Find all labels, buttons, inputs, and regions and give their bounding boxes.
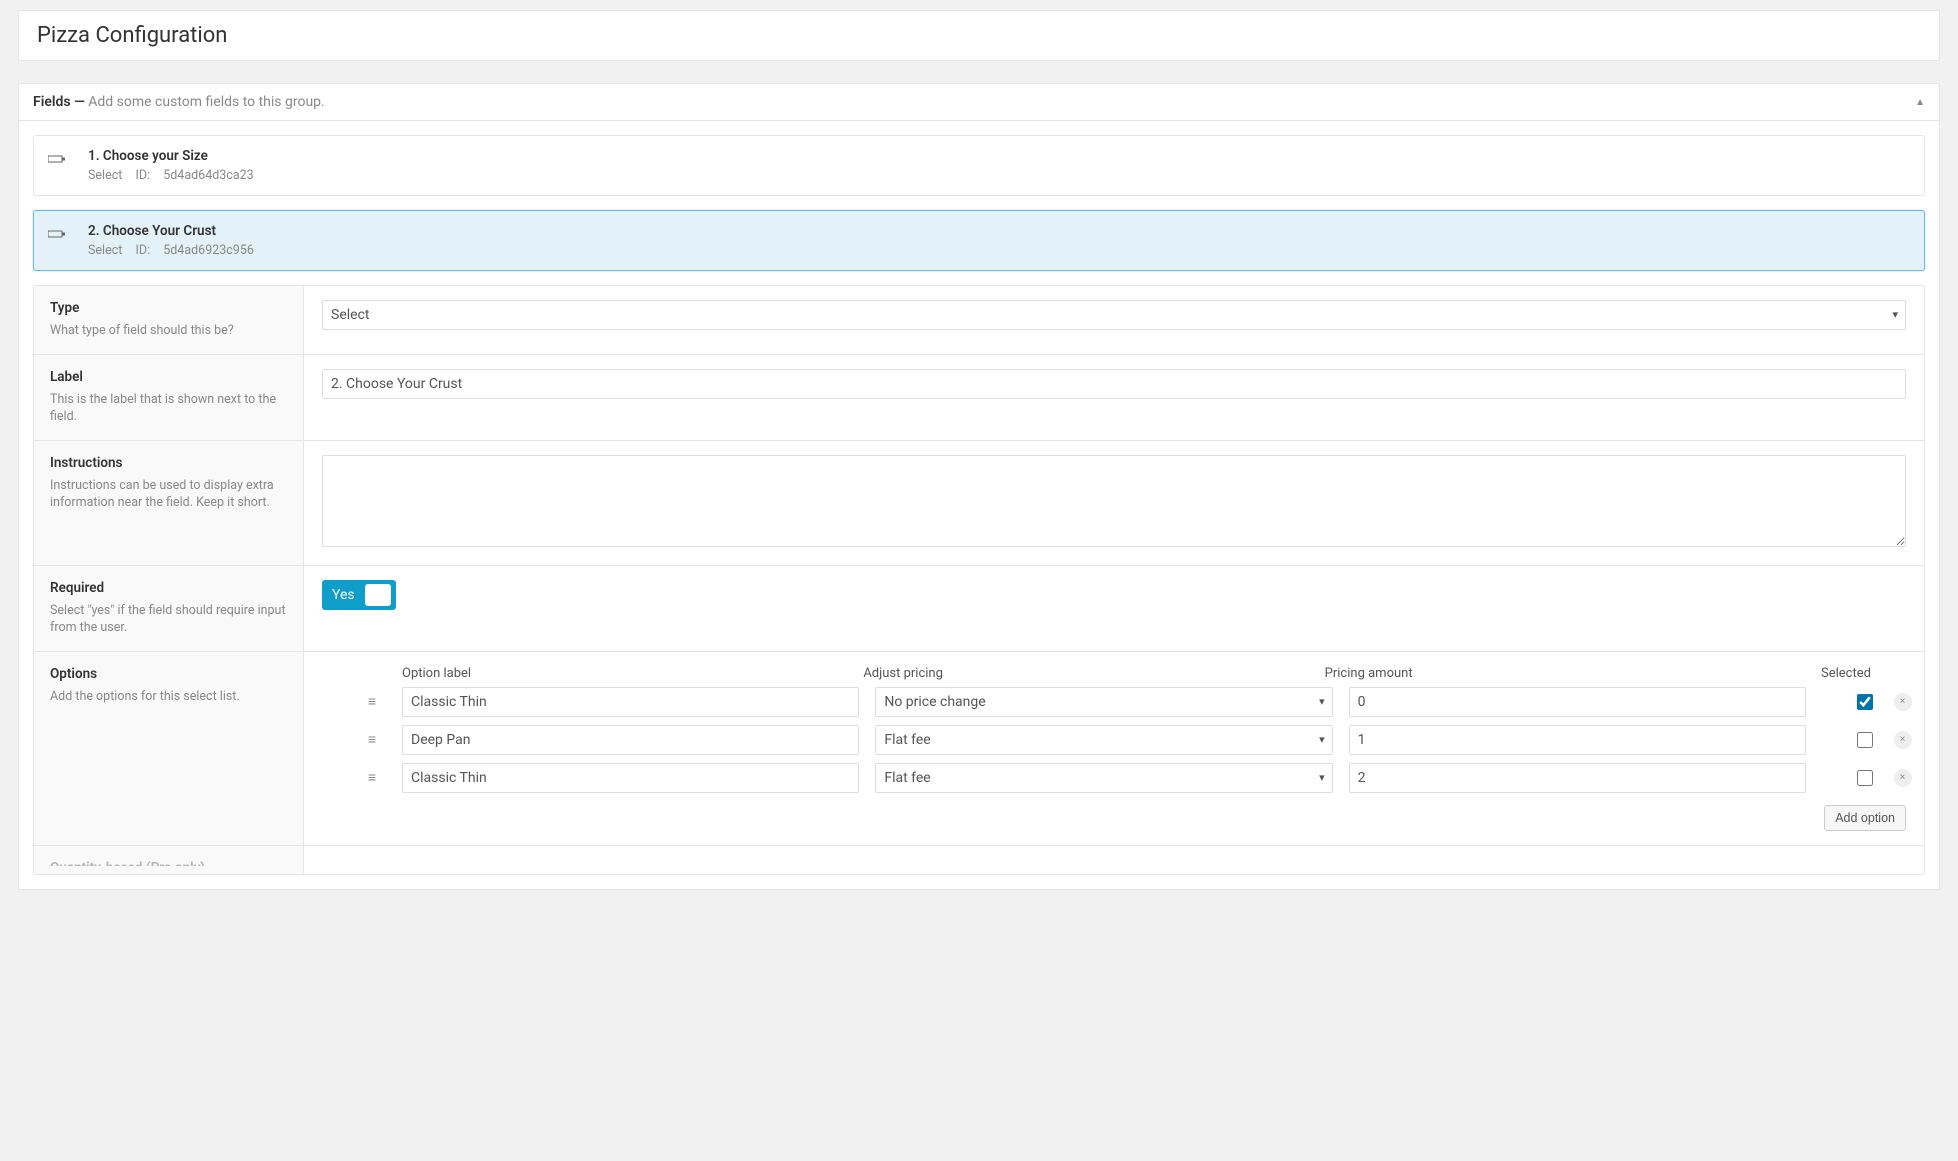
col-pricing-amount: Pricing amount <box>1325 666 1770 681</box>
required-toggle-label: Yes <box>332 587 355 603</box>
col-option-label: Option label <box>402 666 847 681</box>
setting-desc: Select "yes" if the field should require… <box>50 602 287 637</box>
field-card[interactable]: 1. Choose your Size Select ID: 5d4ad64d3… <box>33 135 1925 196</box>
fields-panel-heading: Fields — Add some custom fields to this … <box>33 94 325 110</box>
fields-panel: Fields — Add some custom fields to this … <box>18 83 1940 890</box>
setting-row-required: Required Select "yes" if the field shoul… <box>34 566 1924 652</box>
remove-option-button[interactable]: × <box>1894 731 1912 749</box>
setting-row-options: Options Add the options for this select … <box>34 652 1924 846</box>
instructions-textarea[interactable] <box>322 455 1906 547</box>
setting-desc: This is the label that is shown next to … <box>50 391 287 426</box>
fields-panel-header: Fields — Add some custom fields to this … <box>19 84 1939 121</box>
pricing-amount-input[interactable] <box>1349 763 1806 793</box>
drag-icon[interactable] <box>48 229 70 242</box>
options-rows: ≡ No price change × ≡ Flat fee × ≡ Flat fee × <box>358 687 1925 793</box>
page-title-box: Pizza Configuration <box>18 10 1940 61</box>
field-title: 1. Choose your Size <box>88 148 254 164</box>
setting-label: Label <box>50 369 287 385</box>
selected-checkbox[interactable] <box>1857 694 1873 710</box>
option-label-input[interactable] <box>402 763 859 793</box>
option-row: ≡ No price change × <box>358 687 1925 717</box>
drag-icon[interactable] <box>48 154 70 167</box>
settings-table: Type What type of field should this be? … <box>33 285 1925 875</box>
option-label-input[interactable] <box>402 687 859 717</box>
col-selected: Selected <box>1786 666 1906 681</box>
toggle-knob <box>365 584 391 606</box>
setting-desc: Instructions can be used to display extr… <box>50 477 287 512</box>
setting-label: Options <box>50 666 287 682</box>
field-meta: Select ID: 5d4ad64d3ca23 <box>88 168 254 183</box>
selected-checkbox[interactable] <box>1857 732 1873 748</box>
drag-handle-icon[interactable]: ≡ <box>358 731 386 748</box>
field-meta: Select ID: 5d4ad6923c956 <box>88 243 254 258</box>
pricing-amount-input[interactable] <box>1349 687 1806 717</box>
page-title: Pizza Configuration <box>37 23 1921 48</box>
pricing-mode-select[interactable]: Flat fee <box>875 725 1332 755</box>
type-select[interactable]: Select <box>322 300 1906 330</box>
field-title: 2. Choose Your Crust <box>88 223 254 239</box>
field-id-label: ID: <box>135 168 150 183</box>
drag-handle-icon[interactable]: ≡ <box>358 693 386 710</box>
field-id-label: ID: <box>135 243 150 258</box>
collapse-icon[interactable]: ▲ <box>1915 97 1925 108</box>
fields-heading-bold: Fields — <box>33 94 85 110</box>
add-option-button[interactable]: Add option <box>1824 805 1906 831</box>
setting-label: Instructions <box>50 455 287 471</box>
fields-heading-muted: Add some custom fields to this group. <box>88 94 324 110</box>
field-type: Select <box>88 243 122 258</box>
field-type: Select <box>88 168 122 183</box>
drag-handle-icon[interactable]: ≡ <box>358 769 386 786</box>
setting-row-type: Type What type of field should this be? … <box>34 286 1924 355</box>
setting-label: Quantity-based (Pro only) <box>50 860 287 866</box>
option-row: ≡ Flat fee × <box>358 725 1925 755</box>
selected-checkbox[interactable] <box>1857 770 1873 786</box>
pricing-mode-select[interactable]: Flat fee <box>875 763 1332 793</box>
remove-option-button[interactable]: × <box>1894 769 1912 787</box>
field-id: 5d4ad6923c956 <box>163 243 254 258</box>
setting-row-instructions: Instructions Instructions can be used to… <box>34 441 1924 566</box>
field-id: 5d4ad64d3ca23 <box>163 168 253 183</box>
fields-panel-body: 1. Choose your Size Select ID: 5d4ad64d3… <box>19 121 1939 889</box>
setting-desc: What type of field should this be? <box>50 322 287 340</box>
label-input[interactable] <box>322 369 1906 399</box>
col-adjust-pricing: Adjust pricing <box>863 666 1308 681</box>
pricing-amount-input[interactable] <box>1349 725 1806 755</box>
field-card-active[interactable]: 2. Choose Your Crust Select ID: 5d4ad692… <box>33 210 1925 271</box>
setting-row-label: Label This is the label that is shown ne… <box>34 355 1924 441</box>
option-row: ≡ Flat fee × <box>358 763 1925 793</box>
options-header-row: Option label Adjust pricing Pricing amou… <box>358 666 1906 681</box>
setting-row-quantity: Quantity-based (Pro only) <box>34 846 1924 874</box>
option-label-input[interactable] <box>402 725 859 755</box>
setting-desc: Add the options for this select list. <box>50 688 287 706</box>
setting-label: Required <box>50 580 287 596</box>
required-toggle[interactable]: Yes <box>322 580 396 610</box>
setting-label: Type <box>50 300 287 316</box>
pricing-mode-select[interactable]: No price change <box>875 687 1332 717</box>
remove-option-button[interactable]: × <box>1894 693 1912 711</box>
